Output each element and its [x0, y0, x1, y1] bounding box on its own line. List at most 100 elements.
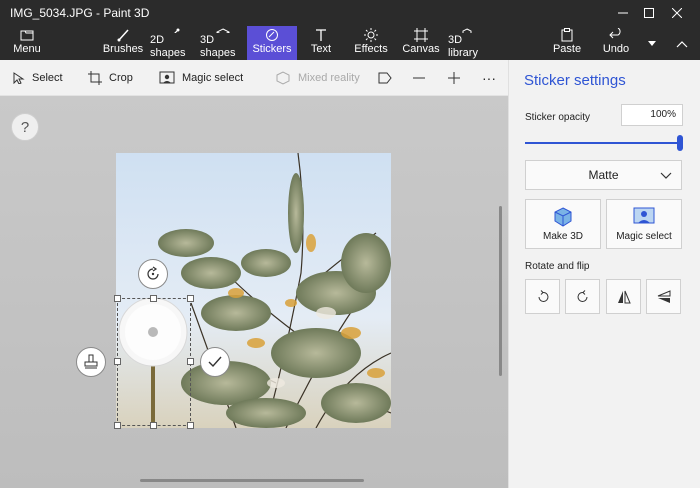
- select-label: Select: [32, 72, 63, 84]
- tab-effects[interactable]: Effects: [354, 26, 388, 60]
- stamp-icon: [84, 354, 98, 369]
- undo-icon: [609, 28, 621, 39]
- magic-select-panel-button[interactable]: Magic select: [606, 199, 682, 249]
- tab-label: 2D shapes: [150, 34, 186, 59]
- horizontal-scrollbar[interactable]: [140, 479, 364, 482]
- sticker-opacity-input[interactable]: 100%: [621, 104, 683, 126]
- rotate-handle-button[interactable]: [138, 259, 168, 289]
- sticker-settings-panel: Sticker settings Sticker opacity 100% Ma…: [508, 60, 700, 488]
- stamp-button[interactable]: [76, 347, 106, 377]
- magic-select-tool[interactable]: Magic select: [159, 60, 243, 96]
- resize-handle[interactable]: [150, 295, 157, 302]
- 3d-library-icon: [462, 28, 472, 33]
- cube-icon: [554, 206, 572, 227]
- zoom-out-button[interactable]: [413, 60, 432, 96]
- paste-button[interactable]: Paste: [553, 26, 581, 60]
- resize-handle[interactable]: [114, 295, 121, 302]
- chevron-down-icon: [660, 172, 672, 179]
- help-label: ?: [20, 118, 30, 136]
- zoom-in-button[interactable]: [448, 60, 467, 96]
- paste-label: Paste: [552, 43, 582, 55]
- resize-handle[interactable]: [114, 358, 121, 365]
- mixed-reality-tool[interactable]: Mixed reality: [275, 60, 360, 96]
- opacity-slider-track[interactable]: [525, 142, 681, 144]
- tab-label: Stickers: [252, 43, 292, 55]
- menu-button[interactable]: Menu: [8, 26, 46, 60]
- finish-selected: Matte: [588, 168, 619, 182]
- text-icon: [316, 29, 326, 41]
- canvas-area[interactable]: ?: [0, 96, 508, 488]
- select-tool[interactable]: Select: [13, 60, 63, 96]
- undo-history-dropdown[interactable]: [644, 26, 660, 60]
- more-options-button[interactable]: ···: [482, 60, 496, 96]
- tab-label: Canvas: [402, 43, 440, 55]
- plus-icon: [448, 72, 460, 84]
- resize-handle[interactable]: [114, 422, 121, 429]
- maximize-icon: [644, 8, 654, 18]
- crop-tool[interactable]: Crop: [88, 60, 133, 96]
- flip-vertical-icon: [657, 289, 670, 303]
- confirm-sticker-button[interactable]: [200, 347, 230, 377]
- rotate-icon: [147, 266, 159, 280]
- tab-3d-shapes[interactable]: 3D shapes: [200, 26, 246, 60]
- tab-2d-shapes[interactable]: 2D shapes: [150, 26, 196, 60]
- magic-select-panel-label: Magic select: [616, 230, 672, 242]
- tab-label: Effects: [354, 43, 388, 55]
- undo-button[interactable]: Undo: [603, 26, 629, 60]
- more-label: ···: [482, 70, 496, 86]
- flip-horizontal-icon: [617, 290, 631, 303]
- brush-icon: [117, 29, 129, 42]
- sticker-selection-box[interactable]: [117, 298, 191, 426]
- rotate-right-button[interactable]: [565, 279, 600, 314]
- close-window-button[interactable]: [654, 0, 700, 26]
- collapse-ribbon-button[interactable]: [672, 26, 692, 60]
- rotate-flip-label: Rotate and flip: [525, 261, 590, 272]
- tab-canvas[interactable]: Canvas: [402, 26, 440, 60]
- minus-icon: [413, 77, 425, 79]
- resize-handle[interactable]: [187, 295, 194, 302]
- panel-title: Sticker settings: [524, 72, 626, 89]
- sun-icon: [364, 28, 378, 42]
- ribbon: Menu Brushes 2D shapes 3D shapes Sticker…: [0, 26, 700, 60]
- cursor-icon: [13, 72, 25, 84]
- rotate-left-button[interactable]: [525, 279, 560, 314]
- menu-label: Menu: [13, 43, 41, 55]
- folder-icon: [20, 30, 34, 41]
- tab-label: 3D library: [448, 34, 478, 59]
- tab-brushes[interactable]: Brushes: [102, 26, 144, 60]
- tool-bar: Select Crop Magic select Mixed reality ·…: [0, 60, 508, 96]
- resize-handle[interactable]: [187, 422, 194, 429]
- flag-tool[interactable]: [378, 60, 399, 96]
- checkmark-icon: [208, 356, 222, 368]
- tab-text[interactable]: Text: [306, 26, 336, 60]
- close-icon: [672, 8, 682, 18]
- finish-dropdown[interactable]: Matte: [525, 160, 682, 190]
- crop-icon: [88, 71, 102, 85]
- flip-vertical-button[interactable]: [646, 279, 681, 314]
- tab-label: Brushes: [102, 43, 144, 55]
- chevron-down-icon: [648, 40, 656, 46]
- tab-stickers[interactable]: Stickers: [247, 26, 297, 60]
- opacity-slider-thumb[interactable]: [677, 135, 683, 151]
- vertical-scrollbar[interactable]: [499, 206, 502, 376]
- magic-select-icon: [633, 207, 655, 223]
- magic-select-label: Magic select: [182, 72, 244, 84]
- tab-label: Text: [310, 43, 332, 55]
- undo-label: Undo: [602, 43, 630, 55]
- sticker-opacity-label: Sticker opacity: [525, 112, 591, 123]
- flip-horizontal-button[interactable]: [606, 279, 641, 314]
- resize-handle[interactable]: [150, 422, 157, 429]
- canvas-icon: [414, 28, 428, 42]
- resize-handle[interactable]: [187, 358, 194, 365]
- rotate-right-icon: [577, 289, 587, 302]
- window-title: IMG_5034.JPG - Paint 3D: [10, 6, 150, 20]
- flag-icon: [378, 72, 392, 84]
- chevron-up-icon: [676, 40, 688, 47]
- paste-icon: [561, 28, 573, 42]
- tab-3d-library[interactable]: 3D library: [448, 26, 490, 60]
- sticker-icon: [266, 29, 278, 41]
- make-3d-button[interactable]: Make 3D: [525, 199, 601, 249]
- help-button[interactable]: ?: [11, 113, 39, 141]
- 2d-shapes-icon: [174, 28, 180, 33]
- make-3d-label: Make 3D: [542, 230, 583, 242]
